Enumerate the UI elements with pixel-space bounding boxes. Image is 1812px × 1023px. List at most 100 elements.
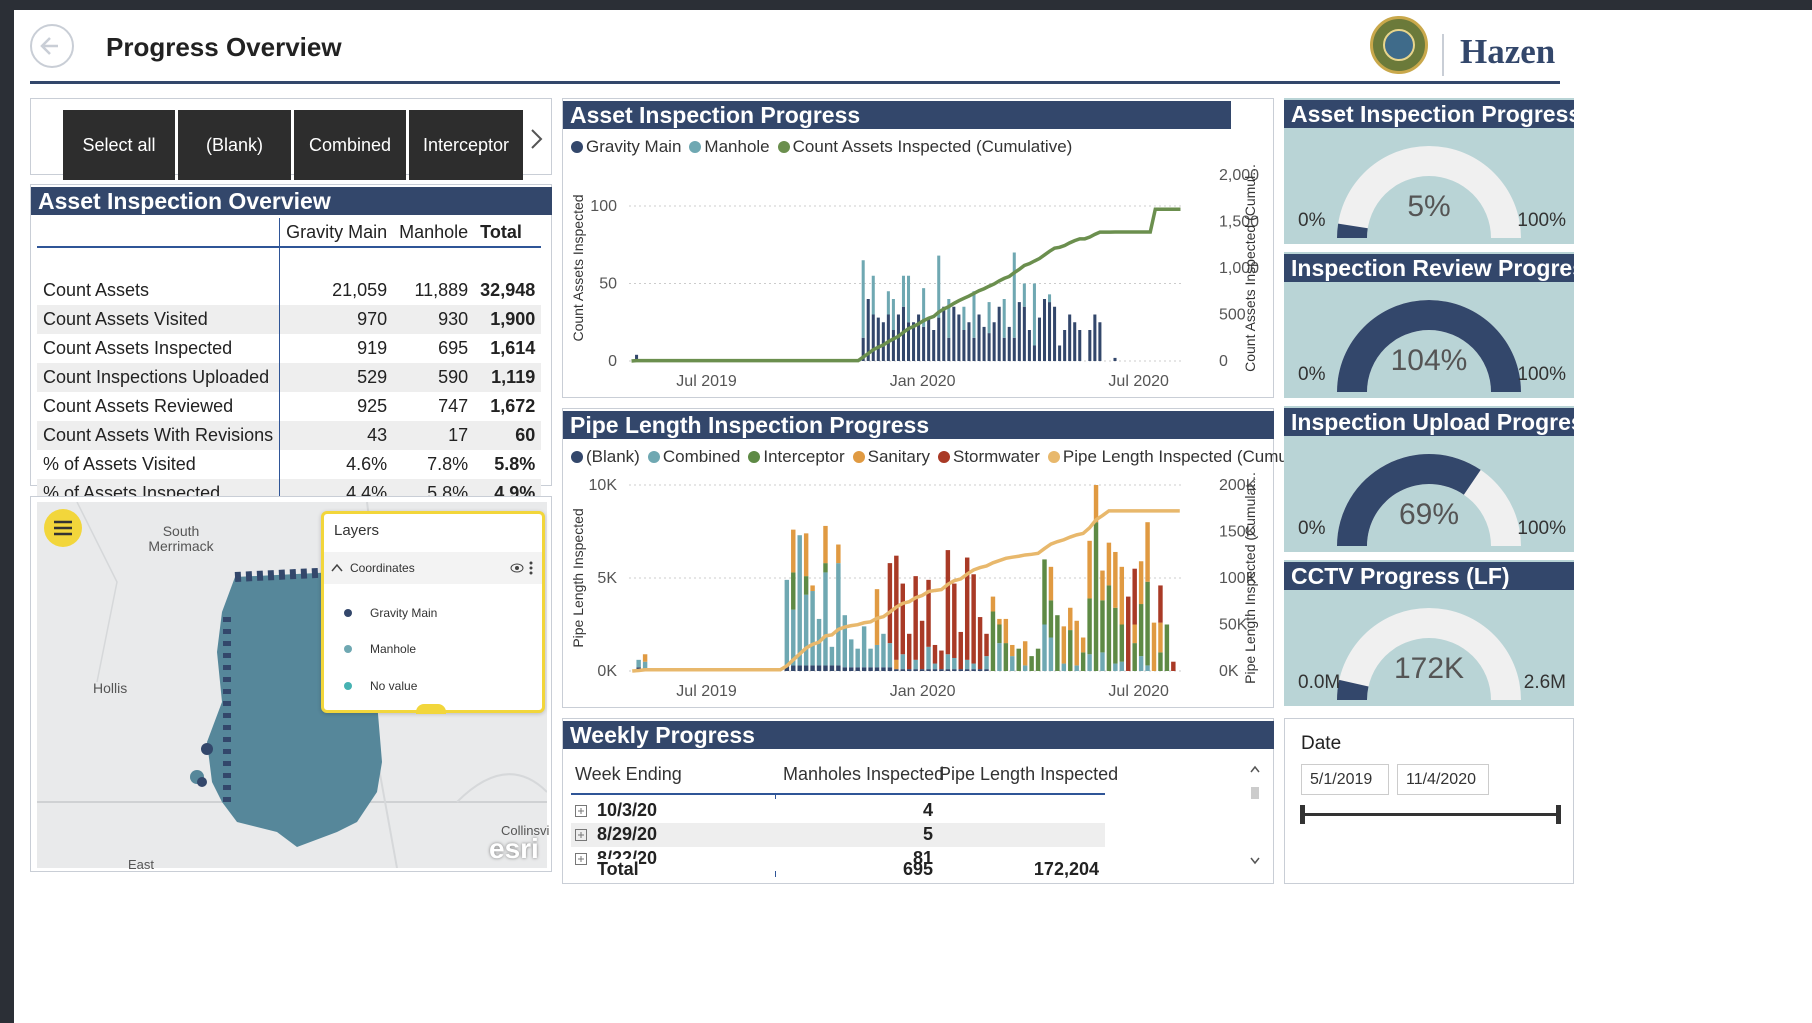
slicer-select-all[interactable]: Select all [63, 110, 175, 180]
scroll-down-icon[interactable] [1249, 855, 1261, 865]
y2-axis-label: Pipe Length Inspected (Cumulat... [1242, 472, 1258, 684]
asset-chart-plot[interactable]: 05010005001,0001,5002,000Jul 2019 Jan 202… [563, 161, 1273, 397]
layer-item-no-value: No value [344, 679, 417, 693]
overview-col-header[interactable]: Gravity Main [279, 218, 394, 248]
legend-combined: Combined [662, 447, 741, 466]
scroll-thumb[interactable] [1251, 787, 1259, 799]
overview-row-label: Count Assets With Revisions [43, 425, 274, 445]
bar-interceptor [1138, 604, 1144, 657]
expand-icon[interactable] [575, 829, 587, 841]
bar-sanitary [997, 618, 1002, 625]
overview-cell: 747 [438, 396, 469, 416]
bar-sanitary [1087, 540, 1092, 599]
gauge-min: 0% [1298, 210, 1326, 231]
x-tick-label: Jul 2020 [1108, 373, 1169, 390]
bar-stormwater [1126, 596, 1131, 671]
bar-interceptor [1042, 559, 1047, 625]
collapse-tab[interactable] [416, 704, 446, 714]
bar-manhole [1002, 299, 1006, 338]
bar-combined [849, 639, 854, 668]
bar-interceptor [1158, 652, 1163, 671]
overview-col-header[interactable]: Total [474, 218, 542, 248]
bar-manhole [1032, 283, 1036, 346]
bar-combined [1061, 663, 1067, 671]
y-tick-label: 5K [597, 570, 617, 587]
overview-cell: 21,059 [279, 276, 394, 305]
slicer-combined[interactable]: Combined [294, 110, 406, 180]
legend-swatch-gravity [571, 141, 583, 153]
date-label: Date [1301, 733, 1342, 754]
bar-stormwater [887, 563, 893, 644]
bar-interceptor [1100, 600, 1105, 653]
legend-cumulative: Count Assets Inspected (Cumulative) [792, 137, 1073, 156]
bar-combined [887, 643, 893, 668]
bar-blank [939, 669, 944, 671]
bar-gravity-main [967, 322, 971, 361]
date-end-input[interactable]: 11/4/2020 [1397, 764, 1489, 795]
bar-interceptor [997, 624, 1002, 644]
eye-icon[interactable] [510, 562, 524, 574]
bar-manhole [886, 291, 890, 315]
overview-cell: 4.6% [279, 450, 394, 479]
expand-icon[interactable] [575, 853, 587, 865]
overview-row: Count Inspections Uploaded 529 590 1,119 [37, 363, 542, 392]
bar-stormwater [971, 574, 976, 664]
bar-combined [842, 615, 848, 668]
layer-item-gravity-main: Gravity Main [344, 606, 437, 620]
layers-group-row[interactable]: Coordinates [324, 552, 542, 584]
bar-combined [1048, 637, 1054, 671]
bar-manhole [907, 275, 911, 323]
expand-icon[interactable] [575, 805, 587, 817]
bar-combined [803, 594, 809, 666]
chevron-right-icon[interactable] [529, 127, 545, 151]
logo-divider [1442, 34, 1444, 76]
bar-combined [636, 659, 641, 668]
overview-cell: 1,119 [491, 367, 536, 387]
more-options-icon[interactable] [528, 560, 534, 576]
legend-manhole: Manhole [704, 137, 770, 156]
bar-blank [977, 669, 983, 671]
bar-combined [881, 633, 886, 668]
asset-chart-title: Asset Inspection Progress [563, 101, 1231, 129]
bar-sanitary [1100, 570, 1105, 601]
bar-blank [984, 669, 989, 671]
date-range-start-handle[interactable] [1300, 805, 1305, 824]
bar-gravity-main [1063, 330, 1067, 361]
layers-panel[interactable]: Layers Coordinates Gravity Main Manhole … [321, 511, 545, 714]
bar-blank [855, 667, 860, 671]
slicer-interceptor[interactable]: Interceptor [409, 110, 523, 180]
map-place-south-merrimack: South Merrimack [148, 523, 214, 554]
bar-combined [964, 659, 970, 670]
back-button[interactable] [30, 24, 74, 68]
weekly-row[interactable]: 10/3/20 4 [571, 799, 1105, 823]
layers-title: Layers [334, 522, 380, 539]
overview-cell: 7.8% [427, 454, 469, 474]
bar-manhole [891, 299, 895, 330]
bar-interceptor [823, 563, 828, 573]
date-range-end-handle[interactable] [1556, 805, 1561, 824]
pipe-chart-legend: (Blank) Combined Interceptor Sanitary St… [563, 447, 1333, 467]
bar-manhole [901, 275, 905, 307]
pipe-chart-plot[interactable]: 0K5K10K0K50K100K150K200KJul 2019 Jan 2020… [563, 471, 1273, 707]
bar-combined [945, 654, 951, 670]
bar-sanitary [1061, 626, 1067, 664]
overview-col-header[interactable]: Manhole [393, 218, 475, 248]
date-start-input[interactable]: 5/1/2019 [1301, 764, 1389, 795]
bar-gravity-main [1042, 299, 1047, 361]
bar-gravity-main [922, 326, 926, 361]
x-tick-label: Jan 2020 [890, 683, 956, 700]
slicer-blank[interactable]: (Blank) [178, 110, 291, 180]
map-menu-button[interactable] [44, 509, 82, 547]
weekly-scrollbar[interactable] [1249, 761, 1261, 871]
date-slicer: Date 5/1/2019 11/4/2020 [1284, 718, 1574, 884]
bar-sanitary [803, 533, 809, 577]
bar-blank [829, 665, 835, 671]
overview-row: Count Assets 21,059 11,889 32,948 [37, 276, 542, 305]
bar-blank [952, 669, 957, 671]
bar-gravity-main [1058, 345, 1062, 361]
gauge-max: 2.6M [1523, 672, 1566, 693]
scroll-up-icon[interactable] [1249, 764, 1261, 774]
weekly-row[interactable]: 8/29/20 5 [571, 823, 1105, 847]
bar-combined [829, 646, 835, 666]
weekly-total-manholes: 695 [902, 859, 933, 879]
